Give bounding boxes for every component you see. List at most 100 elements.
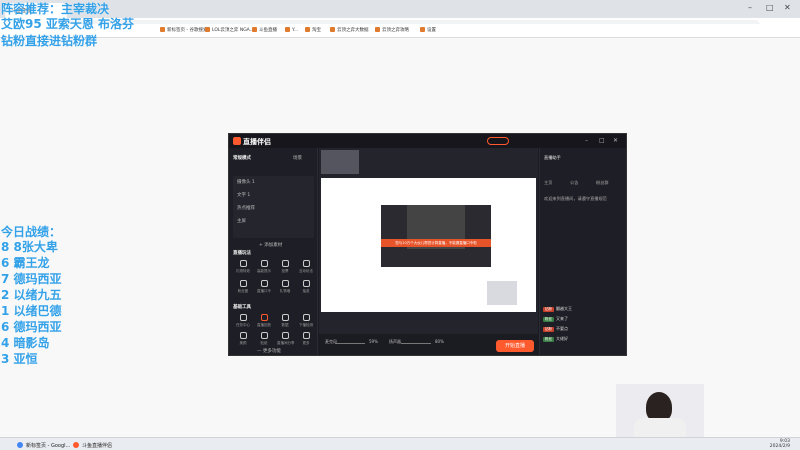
fan-icon [239,280,247,287]
tool-button[interactable]: 互动玩法 [298,260,314,274]
app-title-bar: 直播伴侣 – □ ✕ [229,134,626,148]
close-icon[interactable]: ✕ [784,3,791,12]
minimize-icon[interactable]: – [585,137,588,144]
gift-icon [239,260,247,267]
chat-user: 又来了 [556,316,568,321]
chat-message: 粉丝 又来了 [543,316,568,322]
stats-line: 6 德玛西亚 [1,320,62,334]
bookmark-item[interactable]: 设置 [420,27,436,33]
speaker-value: 80% [435,339,444,344]
tool-button[interactable]: 直播回放 [256,314,272,328]
close-icon[interactable]: ✕ [613,137,618,144]
tool-button[interactable]: 数据 [277,314,293,328]
minimize-icon[interactable]: – [748,3,752,12]
tool-button[interactable]: 任务中心 [235,314,251,328]
streaming-app-window: 直播伴侣 – □ ✕ 常规模式 场景 摄像头 1 文字 1 热点推荐 主屏 + … [228,133,627,356]
control-bar: 麦克风 59% 扬声器 80% 开始直播 [319,334,538,355]
taskbar: 新标签页 - Googl... 斗鱼直播伴侣 9:03 2024/2/9 [0,437,800,450]
maximize-icon[interactable]: □ [766,3,774,12]
source-item[interactable]: 摄像头 1 [237,179,255,185]
beauty-icon [239,332,247,339]
basic-tools-title: 基础工具 [233,305,251,310]
more-icon [302,332,310,339]
tool-button[interactable]: 直播间分享 [277,332,295,346]
avatar [321,150,359,174]
tool-button[interactable]: 高能提示 [256,260,272,274]
maximize-icon[interactable]: □ [599,137,605,144]
status-pill[interactable] [487,137,509,145]
stats-title: 今日战绩： [1,225,62,239]
fan-group-text: 钻粉直接进钻粉群 [1,34,98,48]
chat-user: 不要点 [556,326,568,331]
taskbar-item[interactable]: 斗鱼直播伴侣 [70,439,116,450]
source-list: 摄像头 1 文字 1 热点推荐 主屏 [233,176,314,238]
right-tab[interactable]: 粉丝群 [596,180,609,186]
bookmark-item[interactable]: 新标签页 - 谷歌搜索 [160,27,207,33]
preview-webcam [487,281,517,305]
lineup-recommend-text: 阵容推荐：主宰裁决 [1,2,110,16]
taskbar-item[interactable]: 新标签页 - Googl... [14,439,74,450]
source-item[interactable]: 文字 1 [237,192,250,198]
bookmark-item[interactable]: 斗鱼直播 [252,27,277,33]
lottery-icon [302,280,310,287]
chat-tag: 钻粉 [543,327,554,332]
system-clock[interactable]: 9:03 2024/2/9 [770,439,790,449]
bookmark-item[interactable]: 云顶之弈攻略 [375,27,409,33]
app-title: 直播伴侣 [243,138,271,146]
webcam-feed [616,384,704,437]
chat-user: 翻越大王 [556,306,572,311]
add-source-button[interactable]: + 添加素材 [259,242,282,248]
tool-button[interactable]: 更多 [298,332,314,346]
clock-date: 2024/2/9 [769,444,790,449]
tool-button[interactable]: 投票 [277,260,293,274]
wall-icon [281,280,289,287]
stats-line: 3 亚恒 [1,352,38,366]
vote-icon [281,260,289,267]
chat-message: 钻粉 不要点 [543,326,568,332]
bookmark-item[interactable]: LOL云顶之弈 NGA... [205,27,254,33]
scene-mode-select[interactable]: 常规模式 [233,155,251,161]
start-live-button[interactable]: 开始直播 [496,340,534,352]
replay-icon [260,314,268,321]
speaker-slider[interactable] [401,343,431,344]
stream-preview: 您与10万个大伙儿帮您计算直播，不能漏直播口令啦 [321,178,536,312]
lineup-heroes-text: 艾欧95 亚索天恩 布洛芬 [1,17,135,31]
bookmark-item[interactable]: 云顶之弈大数据 [330,27,369,33]
stats-line: 6 霸王龙 [1,256,50,270]
tool-button[interactable]: 美颜 [235,332,251,346]
tool-button[interactable]: 抽奖 [298,280,314,294]
chat-user: 大佬好 [556,336,568,341]
tool-button[interactable]: 下播检测 [298,314,314,328]
notice-banner: 您与10万个大伙儿帮您计算直播，不能漏直播口令啦 [381,239,491,247]
tool-button[interactable]: 贴纸 [256,332,272,346]
tools-section-title: 直播玩法 [233,251,251,256]
app-logo-icon [233,137,241,145]
bookmark-item[interactable]: 淘宝 [305,27,321,33]
bookmark-item[interactable]: Y... [285,27,298,33]
tool-button[interactable]: 礼物墙 [277,280,293,294]
left-panel: 常规模式 场景 摄像头 1 文字 1 热点推荐 主屏 + 添加素材 直播玩法 礼… [229,148,318,355]
stats-line: 8 8张大卑 [1,240,58,254]
chat-tag: 粉丝 [543,317,554,322]
source-item[interactable]: 主屏 [237,218,246,224]
mic-slider[interactable] [335,343,365,344]
mic-label: 麦克风 [325,339,337,344]
data-icon [281,314,289,321]
tool-button[interactable]: 直播口令 [256,280,272,294]
tool-button[interactable]: 礼物特效 [235,260,251,274]
right-tab[interactable]: 主页 [544,180,552,186]
task-icon [239,314,247,321]
mic-value: 59% [369,339,378,344]
right-tab[interactable]: 公告 [570,180,578,186]
more-features-link[interactable]: — 更多功能 [257,348,281,354]
tool-button[interactable]: 粉丝团 [235,280,251,294]
stats-line: 4 暗影岛 [1,336,50,350]
scene-tab[interactable]: 场景 [293,155,302,161]
browser-tab-strip: 斗鱼直播 – □ ✕ [0,0,800,18]
source-item[interactable]: 热点推荐 [237,205,255,211]
streamer-body [634,418,686,437]
app-logo: 直播伴侣 [233,137,271,147]
chat-tag: 粉丝 [543,337,554,342]
nested-preview: 您与10万个大伙儿帮您计算直播，不能漏直播口令啦 [381,205,491,267]
right-panel: 直播助手 主页 公告 粉丝群 欢迎来到直播间，请遵守直播规范 钻粉 翻越大王 粉丝… [539,148,626,355]
